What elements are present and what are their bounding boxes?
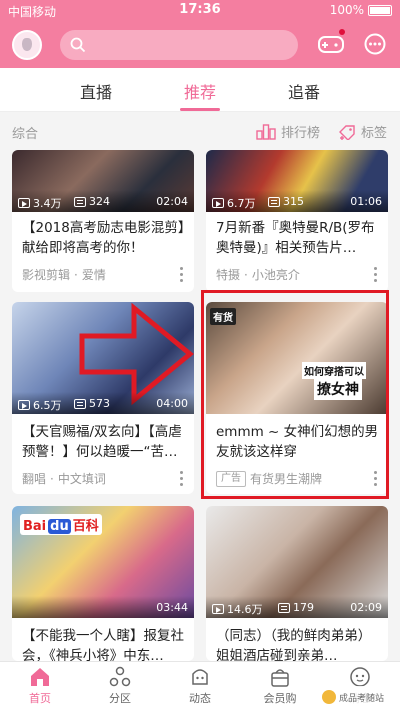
message-icon xyxy=(350,667,370,687)
more-options-icon[interactable] xyxy=(374,471,378,489)
video-thumbnail: 6.5万 573 04:00 xyxy=(12,302,194,414)
ad-title: emmm ~ 女神们幻想的男友就该这样穿 xyxy=(216,424,379,460)
video-thumbnail: Bai du 百科 03:44 xyxy=(12,506,194,618)
nav-shop[interactable]: 会员购 xyxy=(250,666,310,706)
danmaku-icon xyxy=(74,196,86,207)
danmaku-icon xyxy=(268,196,280,207)
video-uploader: 中文填词 xyxy=(57,472,106,486)
video-title: 【不能我一个人瞎】报复社会，《神兵小将》中东… xyxy=(22,628,184,661)
duration: 03:44 xyxy=(156,601,188,614)
play-count-icon xyxy=(212,604,224,614)
ad-advertiser: 有货男生潮牌 xyxy=(250,472,323,486)
brand-badge: 有货 xyxy=(210,308,236,325)
shop-icon xyxy=(271,669,289,687)
avatar[interactable] xyxy=(12,30,42,60)
rank-label: 排行榜 xyxy=(281,126,321,141)
overlay-line-2: 撩女神 xyxy=(314,378,362,400)
video-thumbnail: 14.6万 179 02:09 xyxy=(206,506,388,618)
video-uploader: 小池亮介 xyxy=(251,268,300,282)
play-count-icon xyxy=(18,198,30,208)
tab-bangumi[interactable]: 追番 xyxy=(288,79,320,103)
ad-thumbnail: 有货 如何穿搭可以 撩女神 xyxy=(206,302,388,414)
tab-recommend[interactable]: 推荐 xyxy=(184,79,216,103)
video-sub: 影视剪辑 · 爱情 xyxy=(22,267,106,283)
tab-live[interactable]: 直播 xyxy=(80,79,112,103)
more-options-icon[interactable] xyxy=(180,267,184,285)
video-title: 【天官赐福/双玄向】【高虐预警！】何以趋暖一“苦… xyxy=(22,424,182,460)
video-thumbnail: 6.7万 315 01:06 xyxy=(206,150,388,212)
duration: 01:06 xyxy=(350,195,382,208)
home-icon xyxy=(31,668,49,686)
ad-sub: 广告 有货男生潮牌 xyxy=(216,470,322,487)
video-meta: 6.7万 315 01:06 xyxy=(206,190,388,212)
tags-label: 标签 xyxy=(361,126,388,141)
status-right: 100% xyxy=(330,3,392,17)
nav-category[interactable]: 分区 xyxy=(90,666,150,706)
feed-icon xyxy=(192,669,208,685)
battery-icon xyxy=(368,4,392,16)
play-count: 3.4万 xyxy=(33,197,62,210)
watermark: 成品考随站 xyxy=(318,686,398,708)
danmaku-count: 324 xyxy=(89,195,110,208)
video-meta: 14.6万 179 02:09 xyxy=(206,596,388,618)
rank-icon xyxy=(256,123,276,140)
top-bar: 中国移动 17:36 100% xyxy=(0,0,400,68)
duration: 02:04 xyxy=(156,195,188,208)
danmaku-icon xyxy=(278,602,290,613)
video-card[interactable]: 14.6万 179 02:09 （同志）（我的鲜肉弟弟）姐姐酒店碰到亲弟… xyxy=(206,506,388,661)
section-header: 综合 排行榜 标签 xyxy=(0,118,400,144)
rank-link[interactable]: 排行榜 xyxy=(256,122,320,141)
danmaku-count: 315 xyxy=(283,195,304,208)
video-sub: 特摄 · 小池亮介 xyxy=(216,267,300,283)
danmaku-icon xyxy=(74,398,86,409)
duration: 04:00 xyxy=(156,397,188,410)
notification-dot xyxy=(339,29,345,35)
ad-card[interactable]: 有货 如何穿搭可以 撩女神 emmm ~ 女神们幻想的男友就该这样穿 广告 有货… xyxy=(206,302,388,494)
video-title: （同志）（我的鲜肉弟弟）姐姐酒店碰到亲弟… xyxy=(216,628,372,661)
video-card[interactable]: Bai du 百科 03:44 【不能我一个人瞎】报复社会，《神兵小将》中东… xyxy=(12,506,194,661)
play-count: 14.6万 xyxy=(227,603,263,616)
video-meta: 3.4万 324 02:04 xyxy=(12,190,194,212)
play-count-icon xyxy=(18,400,30,410)
video-card[interactable]: 6.5万 573 04:00 【天官赐福/双玄向】【高虐预警！】何以趋暖一“苦…… xyxy=(12,302,194,494)
play-count: 6.5万 xyxy=(33,399,62,412)
battery-percent: 100% xyxy=(329,3,364,17)
video-card[interactable]: 6.7万 315 01:06 7月新番『奥特曼R/B(罗布奥特曼)』相关预告片…… xyxy=(206,150,388,292)
video-thumbnail: 3.4万 324 02:04 xyxy=(12,150,194,212)
danmaku-count: 179 xyxy=(293,601,314,614)
video-title: 【2018高考励志电影混剪】献给即将高考的你！ xyxy=(22,220,185,256)
video-category: 翻唱 xyxy=(22,472,47,486)
video-category: 特摄 xyxy=(216,268,241,282)
ad-label: 广告 xyxy=(216,470,246,487)
video-meta: 03:44 xyxy=(12,596,194,618)
tab-bar: 直播 推荐 追番 xyxy=(0,68,400,112)
video-category: 影视剪辑 xyxy=(22,268,71,282)
watermark-logo xyxy=(322,690,336,704)
more-options-icon[interactable] xyxy=(180,471,184,489)
video-uploader: 爱情 xyxy=(81,268,106,282)
play-count-icon xyxy=(212,198,224,208)
more-icon[interactable] xyxy=(364,33,386,55)
category-icon xyxy=(109,666,131,687)
search-input[interactable] xyxy=(60,30,298,60)
nav-feed[interactable]: 动态 xyxy=(170,666,230,706)
more-options-icon[interactable] xyxy=(374,267,378,285)
tab-indicator xyxy=(180,108,220,111)
tag-icon xyxy=(339,124,355,140)
tags-link[interactable]: 标签 xyxy=(338,122,387,141)
danmaku-count: 573 xyxy=(89,397,110,410)
nav-home[interactable]: 首页 xyxy=(10,666,70,706)
video-card[interactable]: 3.4万 324 02:04 【2018高考励志电影混剪】献给即将高考的你！ 影… xyxy=(12,150,194,292)
status-bar: 中国移动 17:36 100% xyxy=(0,0,400,22)
video-sub: 翻唱 · 中文填词 xyxy=(22,471,106,487)
baidu-logo: Bai du 百科 xyxy=(20,514,102,535)
overlay-line-1: 如何穿搭可以 xyxy=(302,362,366,379)
game-controller-icon[interactable] xyxy=(318,33,344,55)
search-icon xyxy=(70,37,86,53)
video-title: 7月新番『奥特曼R/B(罗布奥特曼)』相关预告片… xyxy=(216,220,375,256)
section-label: 综合 xyxy=(12,127,39,142)
video-meta: 6.5万 573 04:00 xyxy=(12,392,194,414)
duration: 02:09 xyxy=(350,601,382,614)
play-count: 6.7万 xyxy=(227,197,256,210)
